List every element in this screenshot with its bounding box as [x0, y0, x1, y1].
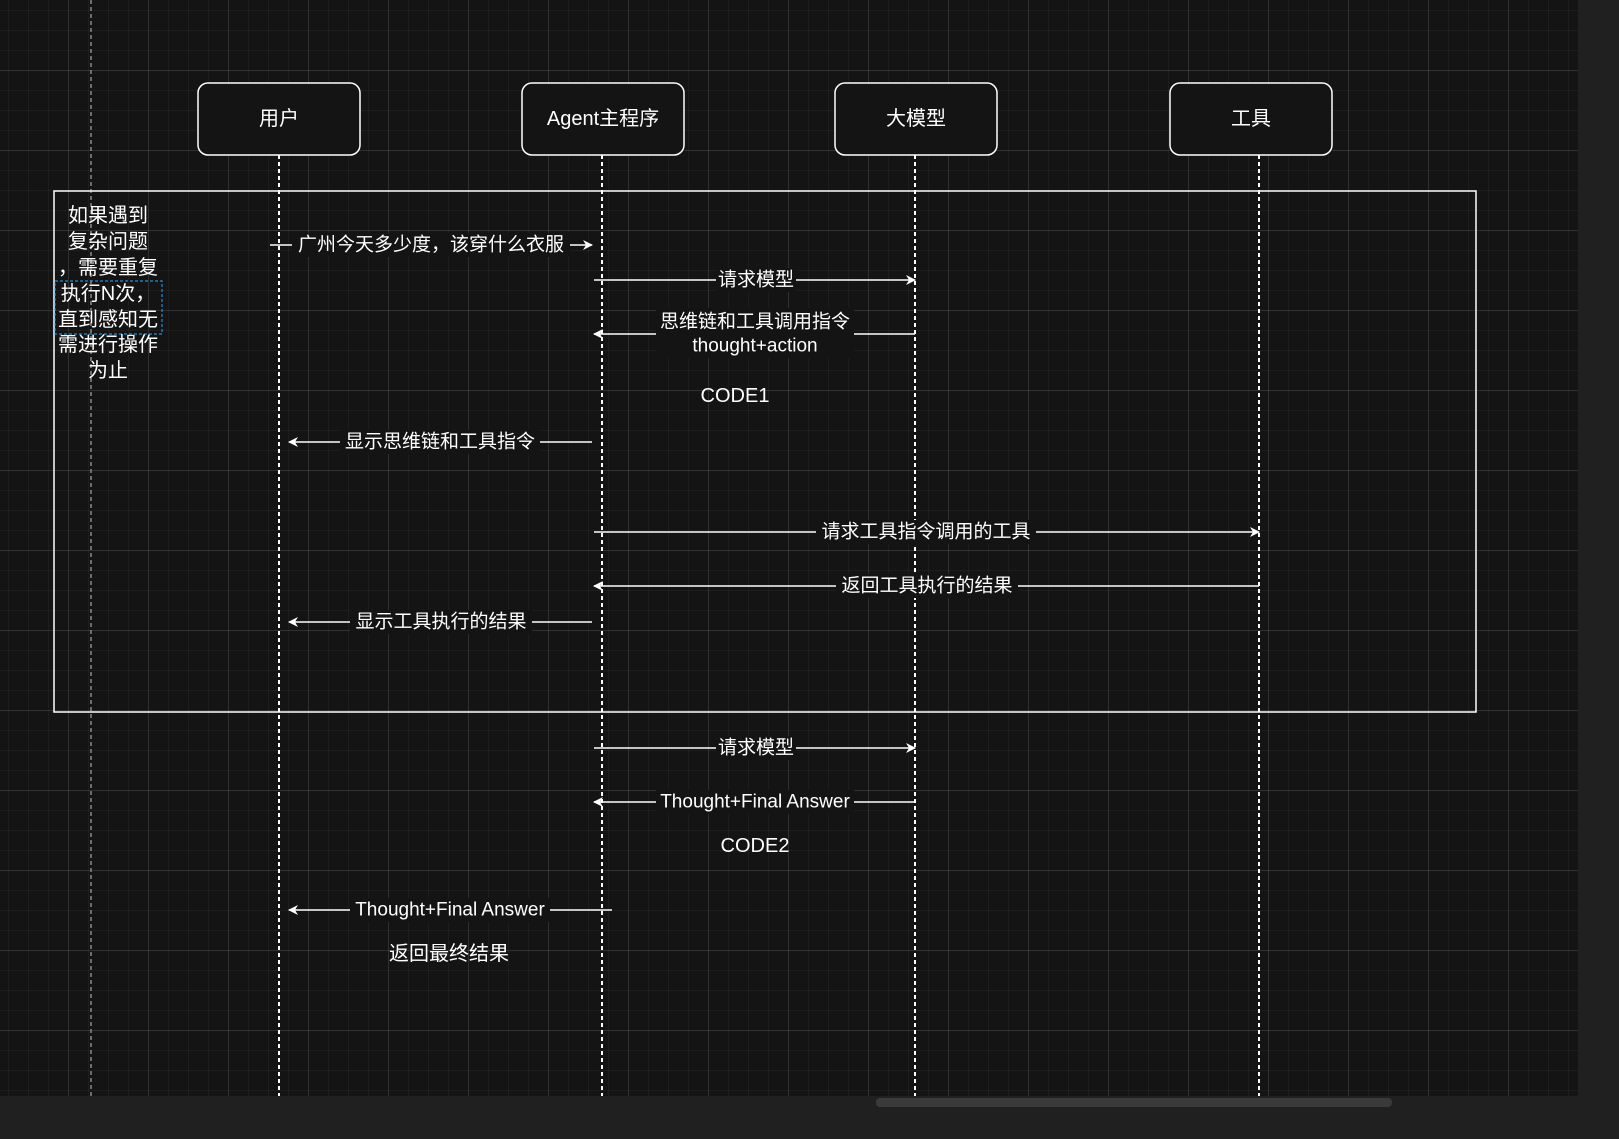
participant-user-label: 用户 — [259, 107, 299, 130]
message-final-answer-user[interactable]: Thought+Final Answer — [288, 898, 612, 922]
message-user-question[interactable]: 广州今天多少度，该穿什么衣服 — [270, 233, 593, 257]
participant-model-label: 大模型 — [886, 107, 946, 130]
code2-label: CODE2 — [721, 835, 790, 857]
code1-label: CODE1 — [701, 385, 770, 407]
message-show-tool-result[interactable]: 显示工具执行的结果 — [288, 610, 592, 634]
participant-model[interactable]: 大模型 — [834, 82, 998, 156]
sequence-diagram: 用户 Agent主程序 大模型 工具 如果遇到 复杂问题 ，需要重复 执行N次，… — [53, 0, 1477, 1096]
horizontal-scrollbar-thumb[interactable] — [876, 1098, 1392, 1107]
message-request-model-final[interactable]: 请求模型 — [594, 736, 916, 760]
participant-user[interactable]: 用户 — [197, 82, 361, 156]
message-request-model-final-label: 请求模型 — [718, 737, 794, 759]
loop-note-line-6: 需进行操作 — [58, 333, 158, 356]
loop-note-line-2: 复杂问题 — [68, 230, 148, 253]
message-thought-action[interactable]: 思维链和工具调用指令 thought+action — [593, 308, 915, 358]
loop-note-line-3: ，需要重复 — [58, 256, 158, 279]
participant-tool-label: 工具 — [1231, 108, 1271, 130]
message-show-chain-label: 显示思维链和工具指令 — [345, 431, 535, 453]
message-show-tool-result-label: 显示工具执行的结果 — [355, 611, 526, 633]
message-final-answer-user-label: Thought+Final Answer — [355, 900, 545, 921]
message-request-tool-label: 请求工具指令调用的工具 — [821, 521, 1030, 543]
loop-note-line-4: 执行N次， — [61, 282, 155, 305]
loop-note-line-5: 直到感知无 — [58, 308, 158, 331]
loop-note-line-7: 为止 — [88, 359, 128, 382]
message-show-chain[interactable]: 显示思维链和工具指令 — [288, 430, 592, 454]
participant-agent[interactable]: Agent主程序 — [521, 82, 685, 156]
message-final-answer-model[interactable]: Thought+Final Answer — [593, 790, 915, 814]
message-request-model[interactable]: 请求模型 — [594, 268, 916, 292]
message-thought-action-sublabel: thought+action — [692, 336, 817, 357]
participant-agent-label: Agent主程序 — [547, 107, 659, 130]
message-request-model-label: 请求模型 — [718, 269, 794, 291]
message-tool-result[interactable]: 返回工具执行的结果 — [593, 574, 1259, 598]
vertical-scrollbar[interactable] — [1578, 0, 1619, 1110]
message-final-answer-model-label: Thought+Final Answer — [660, 792, 850, 813]
message-thought-action-label: 思维链和工具调用指令 — [660, 311, 850, 333]
message-tool-result-label: 返回工具执行的结果 — [841, 575, 1012, 597]
final-result-label: 返回最终结果 — [389, 942, 509, 965]
message-user-question-label: 广州今天多少度，该穿什么衣服 — [298, 234, 564, 256]
participant-tool[interactable]: 工具 — [1169, 82, 1333, 156]
message-request-tool[interactable]: 请求工具指令调用的工具 — [594, 520, 1260, 544]
loop-note-line-1: 如果遇到 — [68, 204, 148, 227]
